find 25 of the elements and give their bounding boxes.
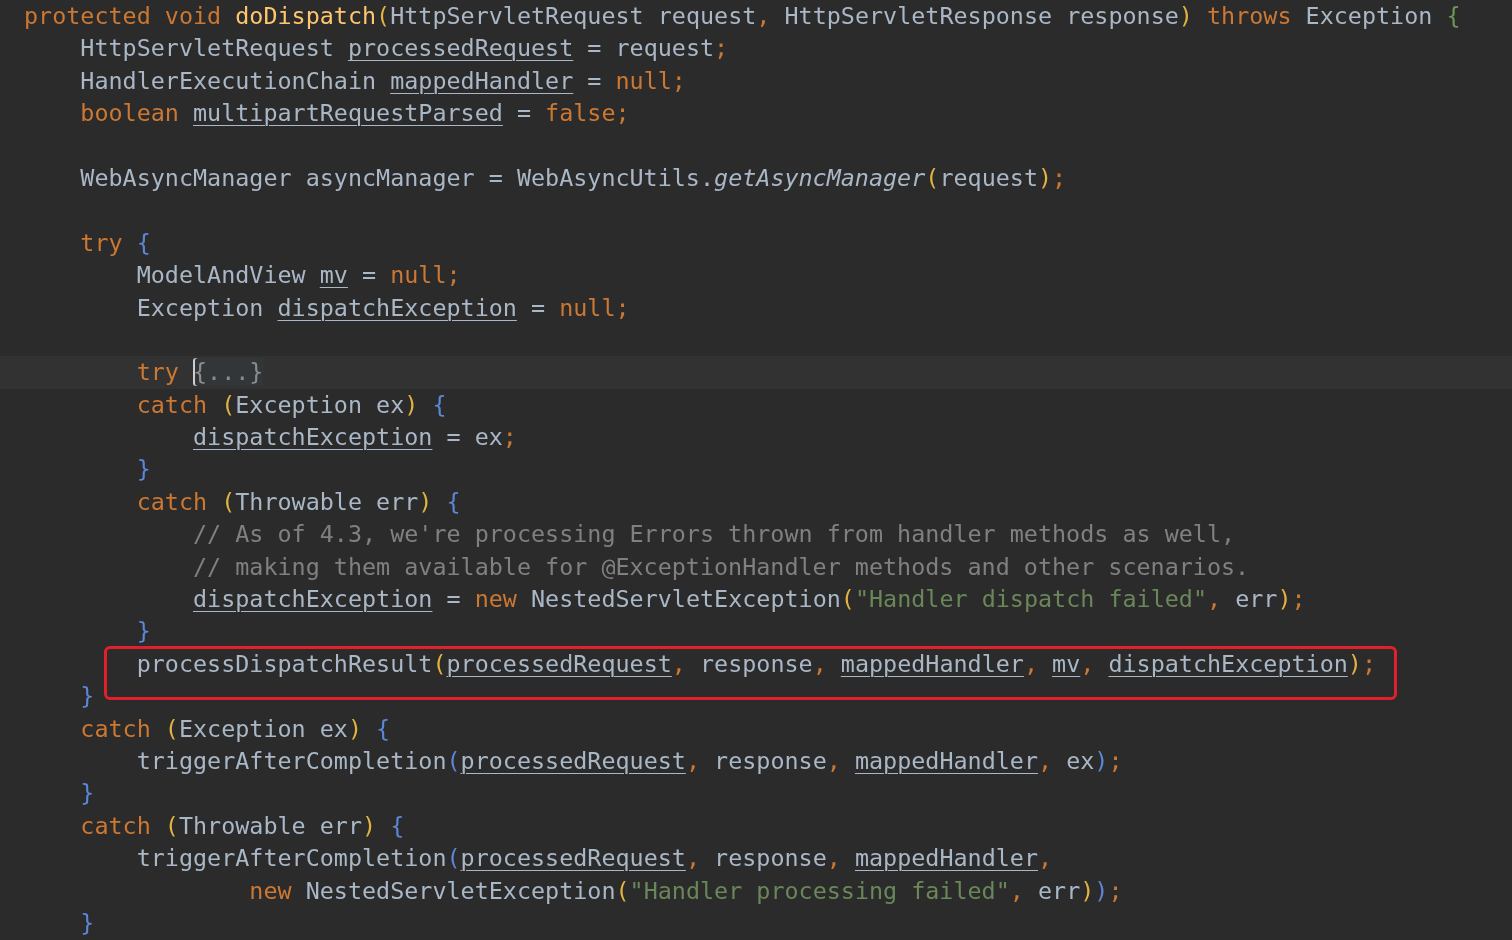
code-line: catch (Throwable err) { [135, 486, 462, 518]
code-line: boolean multipartRequestParsed = false; [79, 98, 631, 130]
code-line: triggerAfterCompletion(processedRequest, response, mappedHandler, ex); [135, 746, 1124, 777]
code-line: } [79, 907, 96, 939]
code-line: // As of 4.3, we're processing Errors thrown from handler methods as well, [192, 519, 1237, 551]
code-line: dispatchException = ex; [192, 422, 518, 454]
code-line: protected void doDispatch(HttpServletRequest request, HttpServletResponse response) throws Exception { [23, 1, 1462, 32]
code-line: } [79, 681, 96, 713]
code-line: } [79, 778, 96, 810]
code-line: triggerAfterCompletion(processedRequest, response, mappedHandler, [135, 843, 1054, 875]
code-line: } [135, 454, 152, 486]
code-line: // making them available for @ExceptionHandler methods and other scenarios. [192, 551, 1251, 583]
code-line: HttpServletRequest processedRequest = request; [79, 33, 730, 65]
code-line: WebAsyncManager asyncManager = WebAsyncUtils.getAsyncManager(request); [79, 162, 1068, 194]
code-line: Exception dispatchException = null; [135, 292, 631, 324]
code-line: catch (Throwable err) { [79, 810, 406, 842]
code-line: new NestedServletException("Handler processing failed", err)); [248, 875, 1124, 907]
code-line: ModelAndView mv = null; [135, 260, 462, 292]
code-line: try { [79, 227, 152, 259]
code-line: HandlerExecutionChain mappedHandler = null; [79, 65, 687, 97]
code-line: catch (Exception ex) { [79, 713, 392, 745]
code-line: dispatchException = new NestedServletException("Handler dispatch failed", err); [192, 584, 1307, 616]
code-line: } [135, 616, 152, 648]
code-line: processDispatchResult(processedRequest, response, mappedHandler, mv, dispatchException); [0, 647, 1512, 681]
code-line: catch (Exception ex) { [135, 389, 448, 421]
